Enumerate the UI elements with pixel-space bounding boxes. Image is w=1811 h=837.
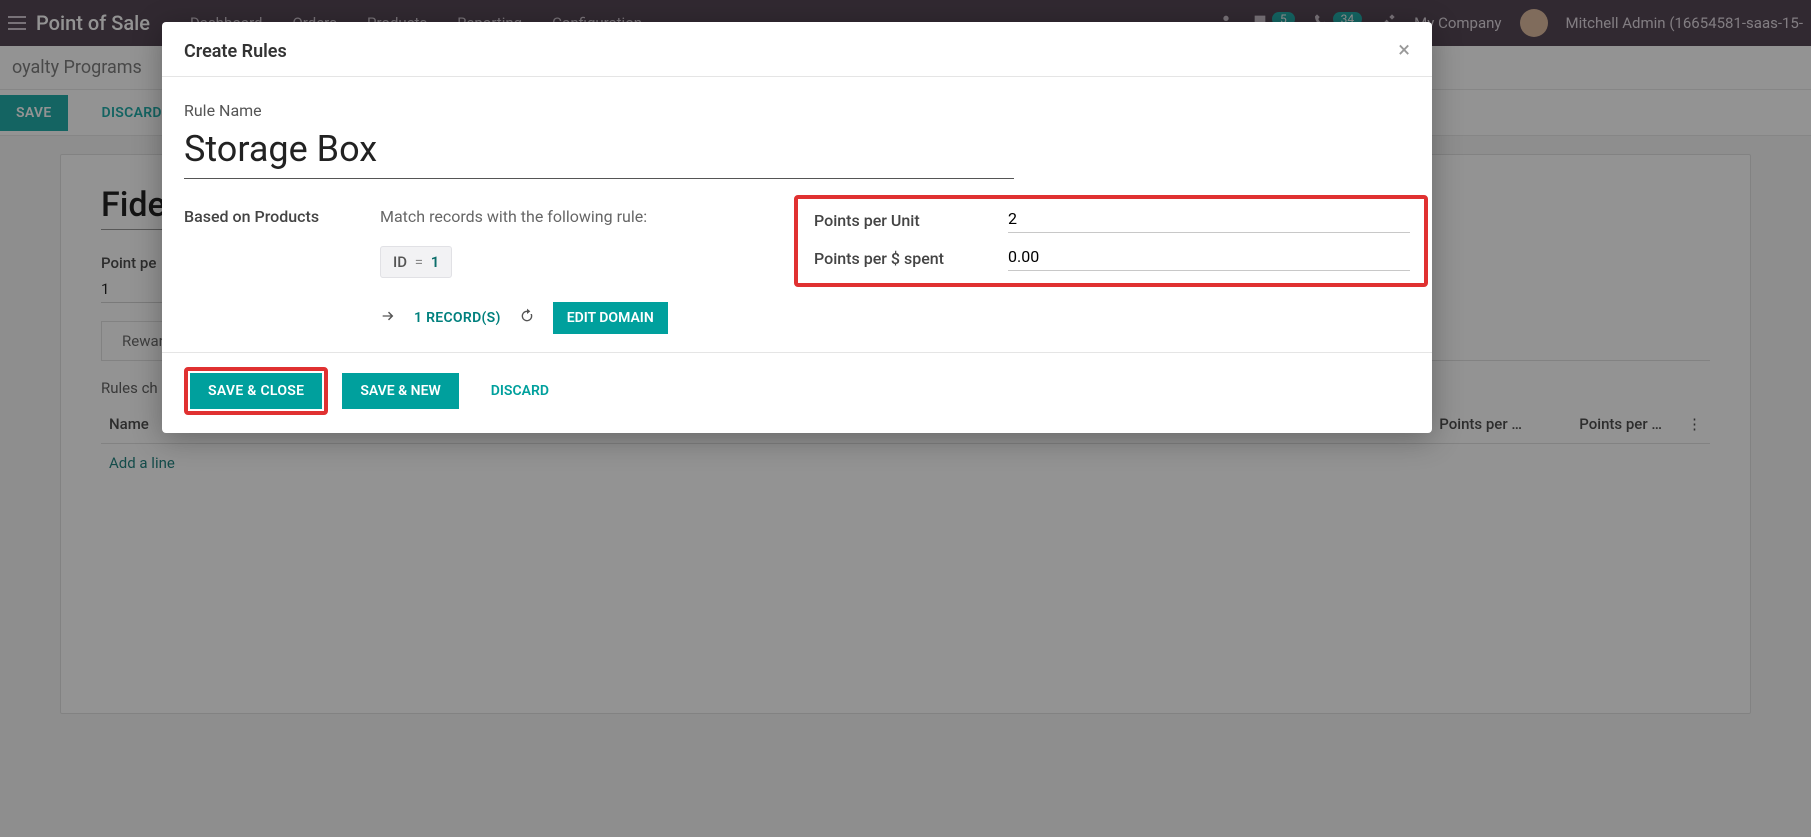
edit-domain-button[interactable]: EDIT DOMAIN — [553, 302, 668, 334]
rule-name-input[interactable] — [184, 126, 1014, 179]
based-on-label: Based on Products — [184, 207, 380, 334]
points-per-spent-label: Points per $ spent — [814, 249, 1008, 268]
modal-right-column: Points per Unit Points per $ spent — [814, 207, 1410, 334]
points-per-unit-input[interactable] — [1008, 207, 1410, 233]
domain-chip[interactable]: ID = 1 — [380, 246, 452, 278]
domain-id-value: 1 — [431, 253, 440, 271]
highlight-annotation-save: SAVE & CLOSE — [184, 367, 328, 415]
points-per-spent-input[interactable] — [1008, 245, 1410, 271]
modal-body: Rule Name Based on Products Match record… — [162, 77, 1432, 352]
modal-left-column: Based on Products Match records with the… — [184, 207, 774, 334]
domain-id-key: ID — [393, 253, 407, 271]
create-rules-modal: Create Rules × Rule Name Based on Produc… — [162, 22, 1432, 433]
records-link[interactable]: 1 RECORD(S) — [414, 310, 501, 326]
modal-header: Create Rules × — [162, 22, 1432, 77]
points-per-unit-label: Points per Unit — [814, 211, 1008, 230]
save-and-new-button[interactable]: SAVE & NEW — [342, 373, 458, 409]
save-and-close-button[interactable]: SAVE & CLOSE — [190, 373, 322, 409]
close-icon[interactable]: × — [1398, 40, 1410, 62]
refresh-icon[interactable] — [519, 308, 535, 328]
rule-name-label: Rule Name — [184, 101, 1410, 120]
match-records-text: Match records with the following rule: — [380, 207, 668, 226]
modal-footer: SAVE & CLOSE SAVE & NEW DISCARD — [162, 352, 1432, 433]
modal-title: Create Rules — [184, 41, 287, 62]
domain-eq: = — [415, 253, 423, 271]
arrow-right-icon[interactable] — [380, 308, 396, 328]
modal-discard-button[interactable]: DISCARD — [477, 373, 563, 409]
